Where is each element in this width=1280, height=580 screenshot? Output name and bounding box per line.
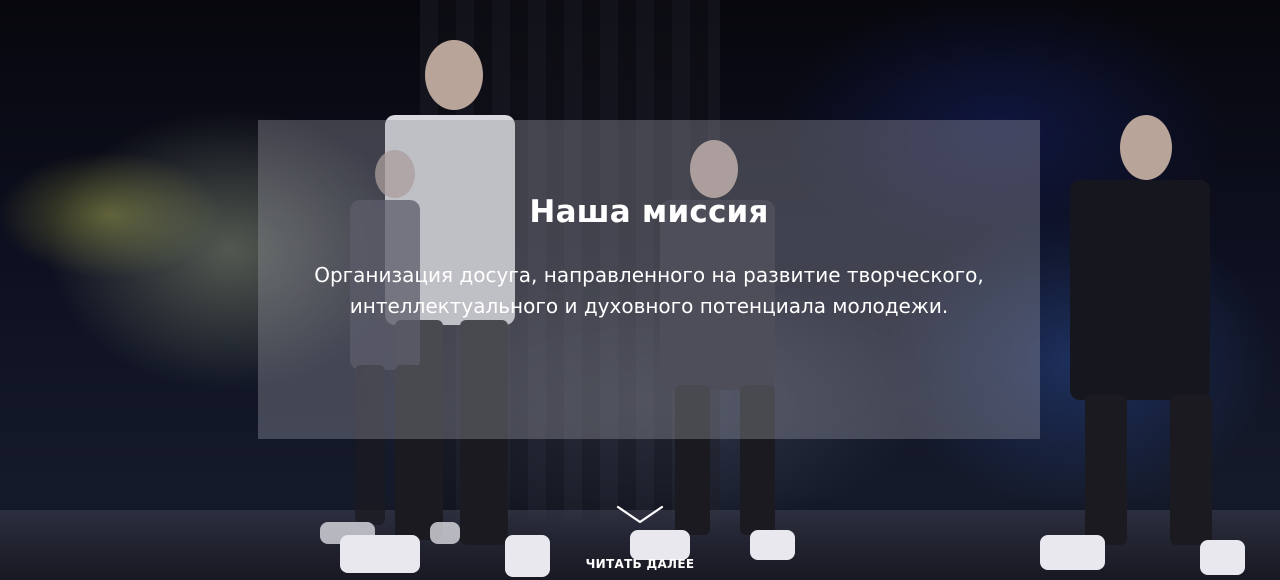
performer-figure [1040, 115, 1260, 580]
read-more-label[interactable]: ЧИТАТЬ ДАЛЕЕ [586, 557, 695, 571]
hero-section: Наша миссия Организация досуга, направле… [0, 0, 1280, 580]
read-more-link[interactable]: ЧИТАТЬ ДАЛЕЕ [540, 505, 740, 577]
mission-title: Наша миссия [529, 194, 769, 230]
mission-text: Организация досуга, направленного на раз… [314, 263, 984, 318]
chevron-down-icon[interactable] [616, 505, 664, 525]
mission-panel: Наша миссия Организация досуга, направле… [258, 120, 1040, 439]
